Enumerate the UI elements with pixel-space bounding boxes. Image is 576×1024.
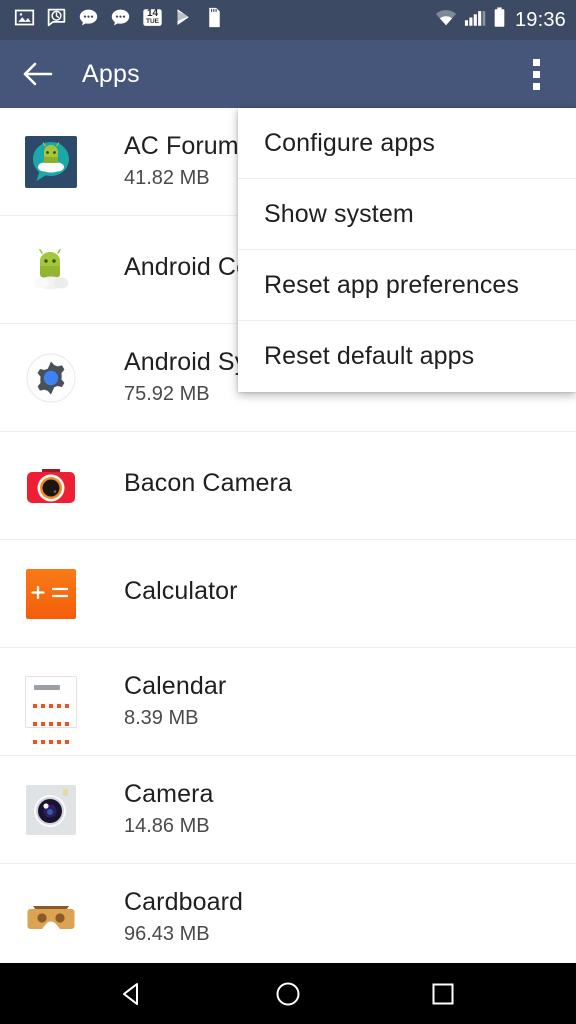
message-bubble-icon-2 bbox=[110, 7, 131, 33]
list-item[interactable]: Camera 14.86 MB bbox=[0, 756, 576, 864]
app-name: AC Forums bbox=[124, 132, 252, 161]
message-bubble-icon bbox=[78, 7, 99, 33]
overflow-dot-2 bbox=[532, 70, 540, 78]
battery-icon bbox=[493, 7, 506, 33]
overflow-menu[interactable]: Configure apps Show system Reset app pre… bbox=[238, 108, 576, 392]
app-size: 8.39 MB bbox=[124, 706, 199, 729]
list-item-text: Calculator bbox=[124, 577, 238, 610]
app-size: 96.43 MB bbox=[124, 922, 210, 945]
recents-nav-icon[interactable] bbox=[414, 963, 472, 1024]
menu-item-show-system[interactable]: Show system bbox=[238, 179, 576, 250]
list-item[interactable]: Calculator bbox=[0, 540, 576, 648]
play-store-icon bbox=[174, 7, 195, 33]
app-bar: Apps bbox=[0, 40, 576, 108]
app-name: Camera bbox=[124, 780, 214, 809]
app-size: 14.86 MB bbox=[124, 814, 210, 837]
overflow-menu-button[interactable] bbox=[518, 40, 554, 108]
menu-item-reset-default-apps[interactable]: Reset default apps bbox=[238, 321, 576, 392]
sd-card-icon bbox=[206, 7, 223, 33]
list-item-text: AC Forums 41.82 MB bbox=[124, 132, 251, 191]
overflow-dot-1 bbox=[532, 58, 540, 66]
android-settings-apps-screen: 14 TUE 19:36 Apps AC Forums 41.82 MB And… bbox=[0, 0, 576, 1024]
menu-item-reset-app-preferences[interactable]: Reset app preferences bbox=[238, 250, 576, 321]
photo-icon bbox=[14, 7, 35, 33]
list-item-text: Calendar 8.39 MB bbox=[124, 672, 226, 731]
app-name: Calendar bbox=[124, 672, 227, 701]
calculator-icon bbox=[22, 565, 80, 623]
calendar-app-icon bbox=[22, 673, 80, 762]
list-item[interactable]: Bacon Camera bbox=[0, 432, 576, 540]
app-size: 41.82 MB bbox=[124, 166, 210, 189]
cellular-signal-icon bbox=[464, 8, 486, 32]
page-title: Apps bbox=[82, 59, 140, 88]
navigation-bar bbox=[0, 963, 576, 1024]
ac-forums-icon bbox=[22, 133, 80, 191]
back-arrow-icon[interactable] bbox=[6, 61, 70, 87]
wifi-icon bbox=[435, 8, 457, 32]
calendar-icon: 14 TUE bbox=[142, 7, 163, 33]
status-bar: 14 TUE 19:36 bbox=[0, 0, 576, 40]
list-item[interactable]: Cardboard 96.43 MB bbox=[0, 864, 576, 963]
list-item[interactable]: Calendar 8.39 MB bbox=[0, 648, 576, 762]
status-bar-notification-icons: 14 TUE bbox=[14, 7, 435, 33]
app-name: Calculator bbox=[124, 577, 238, 606]
menu-item-configure-apps[interactable]: Configure apps bbox=[238, 108, 576, 179]
status-bar-clock: 19:36 bbox=[514, 8, 566, 31]
cardboard-icon bbox=[22, 889, 80, 947]
status-bar-system-icons: 19:36 bbox=[435, 7, 566, 33]
list-item-text: Cardboard 96.43 MB bbox=[124, 888, 243, 947]
app-name: Cardboard bbox=[124, 888, 244, 917]
android-central-icon bbox=[22, 241, 80, 299]
app-name: Bacon Camera bbox=[124, 469, 292, 498]
list-item-text: Bacon Camera bbox=[124, 469, 292, 502]
list-item-text: Camera 14.86 MB bbox=[124, 780, 214, 839]
bacon-camera-icon bbox=[22, 457, 80, 515]
back-nav-icon[interactable] bbox=[104, 963, 162, 1024]
overflow-dot-3 bbox=[532, 82, 540, 90]
camera-icon bbox=[22, 781, 80, 839]
android-system-icon bbox=[22, 349, 80, 407]
calendar-icon-day-name: TUE bbox=[146, 18, 159, 26]
clock-message-icon bbox=[46, 7, 67, 33]
home-nav-icon[interactable] bbox=[259, 963, 317, 1024]
